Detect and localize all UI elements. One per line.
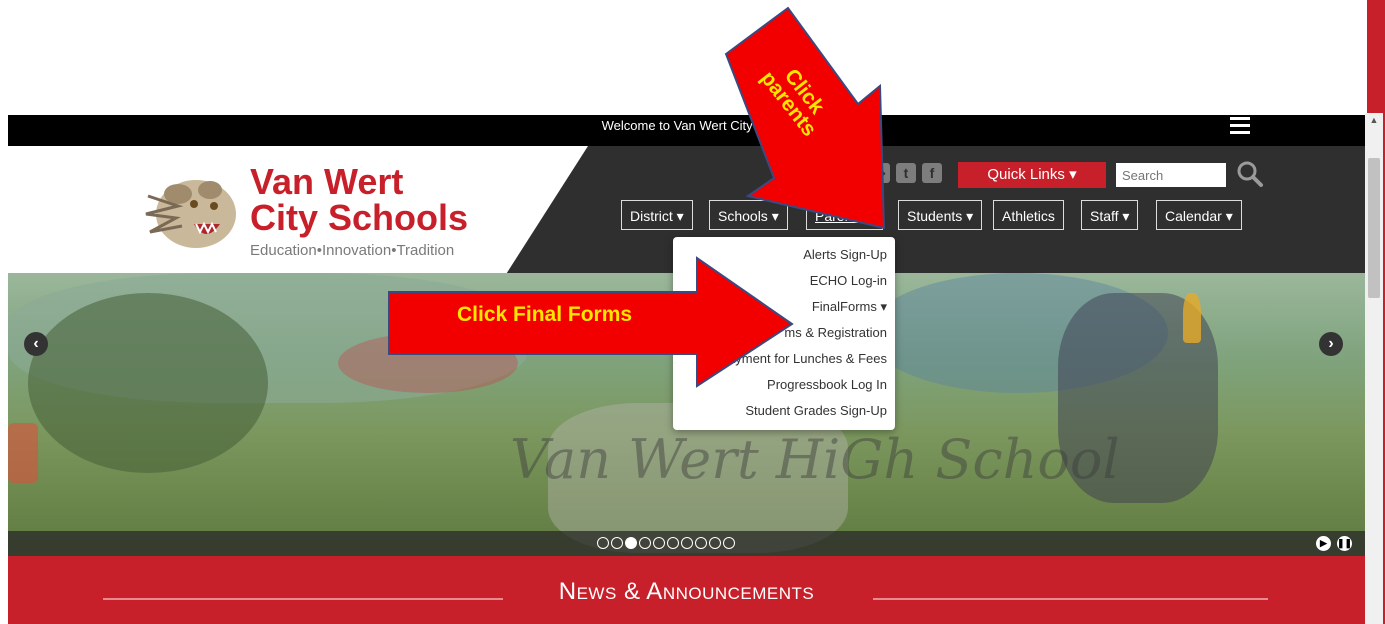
cougar-mascot-logo bbox=[145, 180, 236, 248]
brand-name-line2: City Schools bbox=[250, 197, 469, 238]
play-icon[interactable]: ▶ bbox=[1316, 536, 1331, 551]
carousel-dot[interactable] bbox=[695, 537, 707, 549]
dropdown-item-finalforms[interactable]: FinalForms ▾ bbox=[812, 294, 887, 320]
carousel-dot[interactable] bbox=[723, 537, 735, 549]
hamburger-menu-icon[interactable] bbox=[1230, 117, 1250, 135]
carousel-dot-active[interactable] bbox=[625, 537, 637, 549]
carousel-prev-icon[interactable]: ‹ bbox=[24, 332, 48, 356]
carousel-dot[interactable] bbox=[667, 537, 679, 549]
carousel-dot[interactable] bbox=[639, 537, 651, 549]
nav-calendar[interactable]: Calendar ▾ bbox=[1156, 200, 1242, 230]
brand-name-line1: Van Wert bbox=[250, 161, 404, 202]
quick-links-button[interactable]: Quick Links ▾ bbox=[958, 162, 1106, 188]
search-icon[interactable] bbox=[1236, 160, 1264, 188]
dropdown-item-student-grades[interactable]: Student Grades Sign-Up bbox=[745, 398, 887, 424]
carousel-next-icon[interactable]: › bbox=[1319, 332, 1343, 356]
carousel-dots bbox=[597, 537, 737, 551]
scroll-thumb[interactable] bbox=[1368, 158, 1380, 298]
carousel-dot[interactable] bbox=[597, 537, 609, 549]
nav-district[interactable]: District ▾ bbox=[621, 200, 693, 230]
dropdown-item-alerts-signup[interactable]: Alerts Sign-Up bbox=[803, 242, 887, 268]
carousel-dot[interactable] bbox=[709, 537, 721, 549]
scroll-up-icon[interactable]: ▲ bbox=[1365, 113, 1383, 127]
annotation-text-final-forms: Click Final Forms bbox=[457, 303, 633, 326]
top-bar: Welcome to Van Wert City Sc bbox=[8, 115, 1365, 146]
news-divider-right bbox=[873, 598, 1268, 600]
facebook-icon[interactable]: f bbox=[922, 163, 942, 183]
carousel-dot[interactable] bbox=[611, 537, 623, 549]
dropdown-item-forms-registration[interactable]: ms & Registration bbox=[784, 320, 887, 346]
pause-icon[interactable]: ❚❚ bbox=[1337, 536, 1352, 551]
news-title: News & Announcements bbox=[558, 578, 815, 605]
welcome-text: Welcome to Van Wert City Sc bbox=[601, 118, 772, 133]
nav-staff[interactable]: Staff ▾ bbox=[1081, 200, 1139, 230]
carousel-dot[interactable] bbox=[653, 537, 665, 549]
carousel-dot[interactable] bbox=[681, 537, 693, 549]
news-section: News & Announcements bbox=[8, 556, 1365, 624]
nav-athletics[interactable]: Athletics bbox=[993, 200, 1064, 230]
hero-watermark-text: Van Wert HiGh School bbox=[510, 428, 1120, 491]
dropdown-item-echo-login[interactable]: ECHO Log-in bbox=[810, 268, 887, 294]
search-input[interactable] bbox=[1116, 163, 1226, 187]
